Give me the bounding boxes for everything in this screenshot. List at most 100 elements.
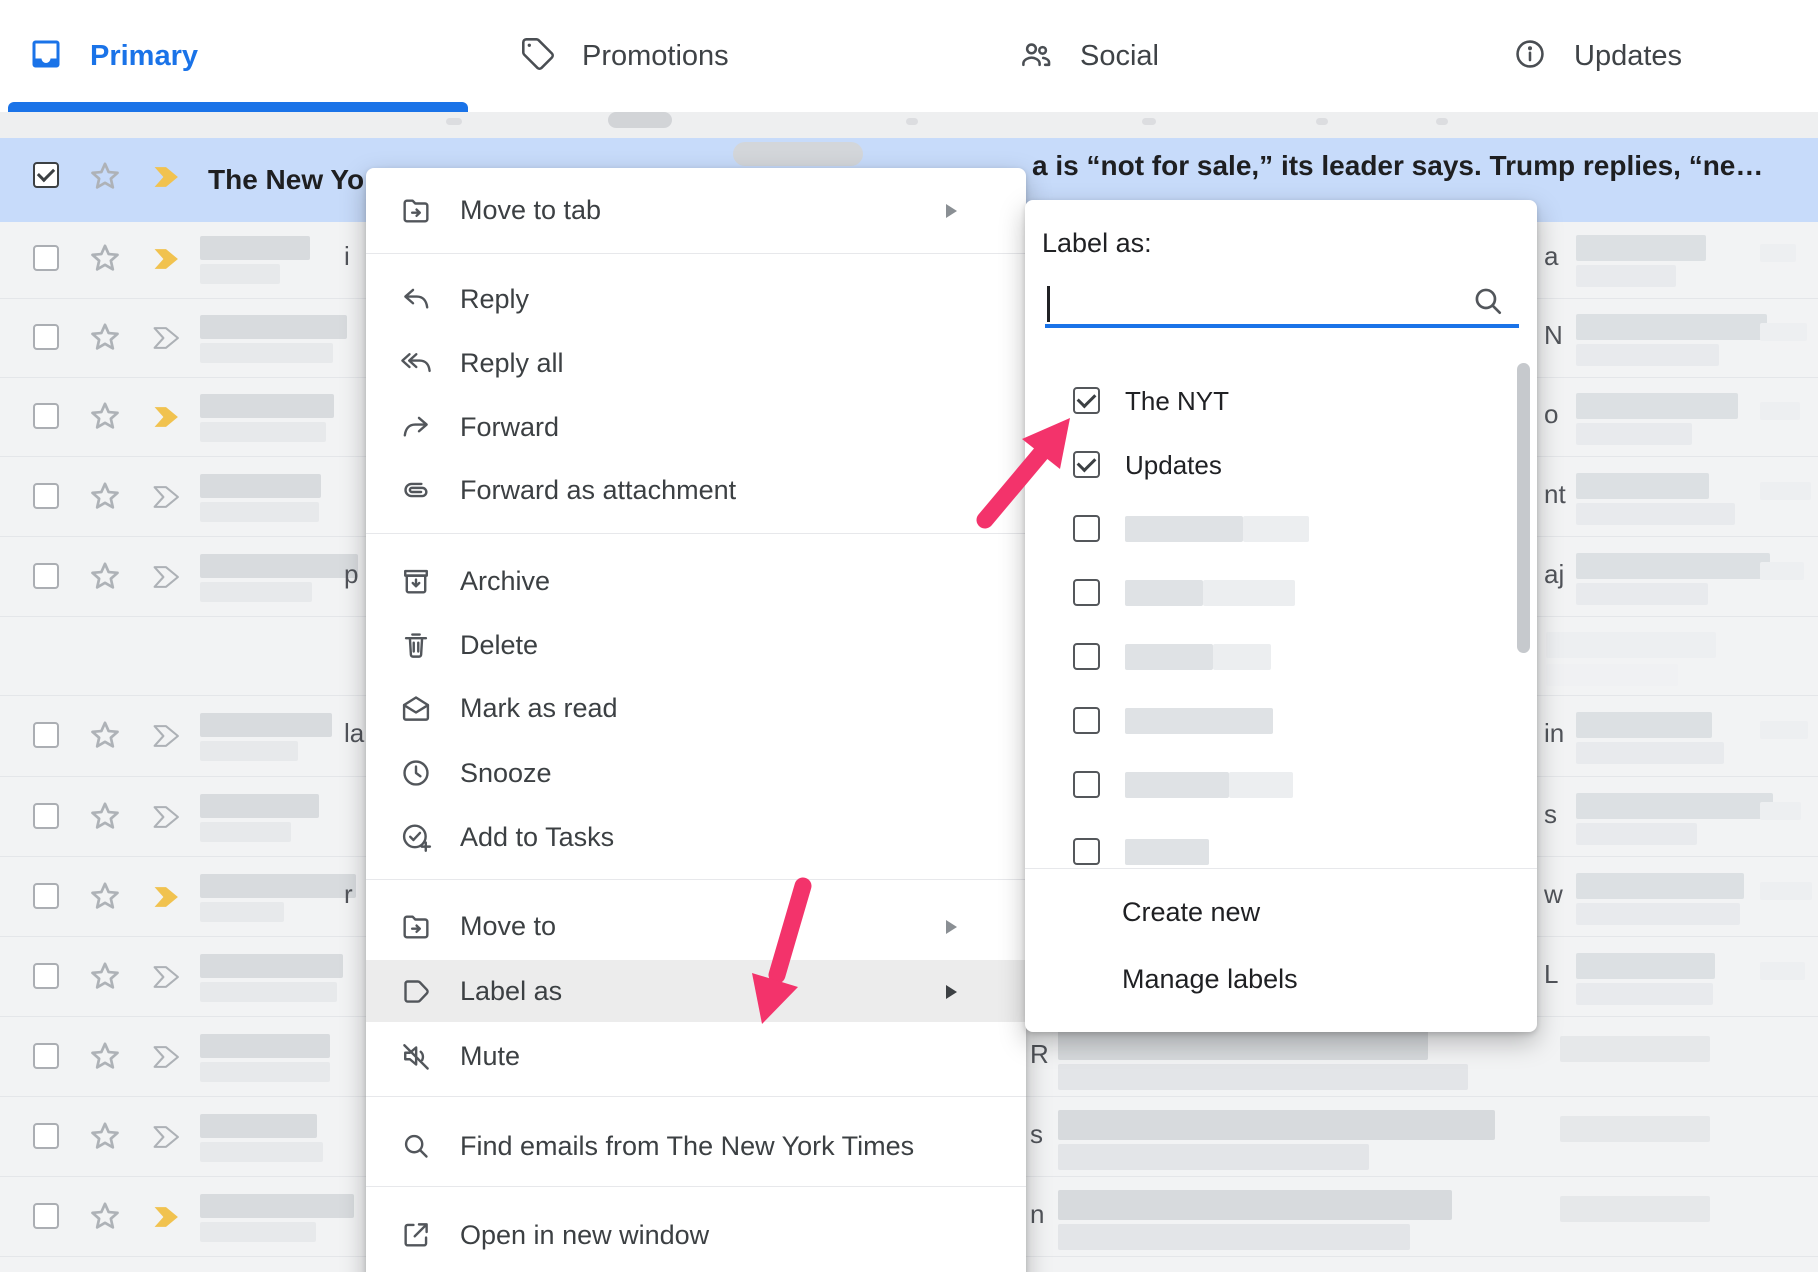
create-new-label-button[interactable]: Create new <box>1122 897 1260 928</box>
importance-marker-icon[interactable] <box>152 1123 180 1156</box>
star-icon[interactable] <box>86 716 124 759</box>
label-option-redacted[interactable] <box>1025 825 1537 866</box>
menu-item-add-to-tasks[interactable]: Add to Tasks <box>366 806 1026 868</box>
label-option-redacted[interactable] <box>1025 566 1537 620</box>
star-icon[interactable] <box>86 957 124 1000</box>
star-icon[interactable] <box>86 1117 124 1160</box>
menu-item-snooze[interactable]: Snooze <box>366 742 1026 804</box>
star-icon[interactable] <box>86 1037 124 1080</box>
redacted-text-blur <box>200 1114 317 1138</box>
people-icon <box>1018 36 1054 77</box>
tab-updates[interactable]: Updates <box>1512 0 1682 112</box>
label-name: The NYT <box>1125 386 1229 417</box>
email-checkbox[interactable] <box>33 722 59 748</box>
label-checkbox[interactable] <box>1073 451 1100 478</box>
redacted-text-blur <box>200 1194 354 1218</box>
menu-item-delete[interactable]: Delete <box>366 614 1026 676</box>
importance-marker-icon[interactable] <box>152 963 180 996</box>
menu-item-move-to-tab[interactable]: Move to tab <box>366 179 1026 241</box>
email-checkbox[interactable] <box>33 162 59 188</box>
redacted-text-blur <box>1058 1144 1369 1170</box>
importance-marker-icon[interactable] <box>152 403 180 436</box>
menu-item-find-emails-from-the-new-york-times[interactable]: Find emails from The New York Times <box>366 1115 1026 1177</box>
search-icon[interactable] <box>1469 282 1507 320</box>
menu-item-forward-as-attachment[interactable]: Forward as attachment <box>366 459 1026 521</box>
label-option-redacted[interactable] <box>1025 502 1537 556</box>
star-icon[interactable] <box>86 557 124 600</box>
redacted-text-blur <box>446 118 462 125</box>
menu-item-move-to[interactable]: Move to <box>366 895 1026 957</box>
menu-item-label: Forward <box>460 412 559 443</box>
label-checkbox[interactable] <box>1073 771 1100 798</box>
menu-divider <box>366 1186 1026 1187</box>
importance-marker-icon[interactable] <box>152 324 180 357</box>
email-text-fragment: o <box>1544 399 1558 430</box>
label-as-submenu: Label as: The NYTUpdates Create new Mana… <box>1025 200 1537 1032</box>
label-checkbox[interactable] <box>1073 707 1100 734</box>
label-checkbox[interactable] <box>1073 515 1100 542</box>
label-option-updates[interactable]: Updates <box>1025 438 1537 492</box>
email-checkbox[interactable] <box>33 1203 59 1229</box>
star-icon[interactable] <box>86 797 124 840</box>
star-icon[interactable] <box>86 877 124 920</box>
email-checkbox[interactable] <box>33 1123 59 1149</box>
label-checkbox[interactable] <box>1073 387 1100 414</box>
email-checkbox[interactable] <box>33 245 59 271</box>
importance-marker-icon[interactable] <box>152 722 180 755</box>
tab-social[interactable]: Social <box>1018 0 1159 112</box>
importance-marker-icon[interactable] <box>152 163 180 196</box>
email-checkbox[interactable] <box>33 483 59 509</box>
email-checkbox[interactable] <box>33 324 59 350</box>
star-icon[interactable] <box>86 1197 124 1240</box>
label-list-scrollbar[interactable] <box>1517 363 1530 653</box>
star-icon[interactable] <box>86 318 124 361</box>
redacted-subject-blur <box>733 142 863 166</box>
menu-item-mark-as-read[interactable]: Mark as read <box>366 677 1026 739</box>
star-icon[interactable] <box>86 239 124 282</box>
label-checkbox[interactable] <box>1073 643 1100 670</box>
importance-marker-icon[interactable] <box>152 483 180 516</box>
star-icon[interactable] <box>86 397 124 440</box>
label-option-the-nyt[interactable]: The NYT <box>1025 374 1537 428</box>
importance-marker-icon[interactable] <box>152 883 180 916</box>
menu-item-label-as[interactable]: Label as <box>366 960 1026 1022</box>
redacted-text-blur <box>1576 903 1740 925</box>
email-checkbox[interactable] <box>33 803 59 829</box>
email-checkbox[interactable] <box>33 963 59 989</box>
label-option-redacted[interactable] <box>1025 758 1537 812</box>
tab-primary[interactable]: Primary <box>28 0 198 112</box>
redacted-text-blur <box>1576 712 1712 738</box>
redacted-text-blur <box>1243 516 1309 542</box>
label-checkbox[interactable] <box>1073 579 1100 606</box>
email-text-fragment: s <box>1544 799 1557 830</box>
email-checkbox[interactable] <box>33 563 59 589</box>
redacted-text-blur <box>1058 1064 1468 1090</box>
menu-item-forward[interactable]: Forward <box>366 396 1026 458</box>
menu-item-label: Forward as attachment <box>460 475 736 506</box>
label-option-redacted[interactable] <box>1025 694 1537 748</box>
email-text-fragment: i <box>344 241 350 272</box>
redacted-text-blur <box>200 713 332 737</box>
menu-item-archive[interactable]: Archive <box>366 550 1026 612</box>
redacted-text-blur <box>1576 553 1770 579</box>
manage-labels-button[interactable]: Manage labels <box>1122 964 1298 995</box>
importance-marker-icon[interactable] <box>152 1203 180 1236</box>
email-checkbox[interactable] <box>33 403 59 429</box>
importance-marker-icon[interactable] <box>152 563 180 596</box>
importance-marker-icon[interactable] <box>152 245 180 278</box>
redacted-text-blur <box>200 236 310 260</box>
menu-item-reply-all[interactable]: Reply all <box>366 332 1026 394</box>
label-checkbox[interactable] <box>1073 838 1100 865</box>
menu-item-reply[interactable]: Reply <box>366 268 1026 330</box>
menu-item-mute[interactable]: Mute <box>366 1025 1026 1087</box>
importance-marker-icon[interactable] <box>152 1043 180 1076</box>
importance-marker-icon[interactable] <box>152 803 180 836</box>
email-checkbox[interactable] <box>33 883 59 909</box>
open-new-window-icon <box>399 1218 433 1252</box>
label-option-redacted[interactable] <box>1025 630 1537 684</box>
menu-item-open-in-new-window[interactable]: Open in new window <box>366 1204 1026 1266</box>
tab-promotions[interactable]: Promotions <box>520 0 729 112</box>
star-icon[interactable] <box>86 157 124 200</box>
email-checkbox[interactable] <box>33 1043 59 1069</box>
star-icon[interactable] <box>86 477 124 520</box>
